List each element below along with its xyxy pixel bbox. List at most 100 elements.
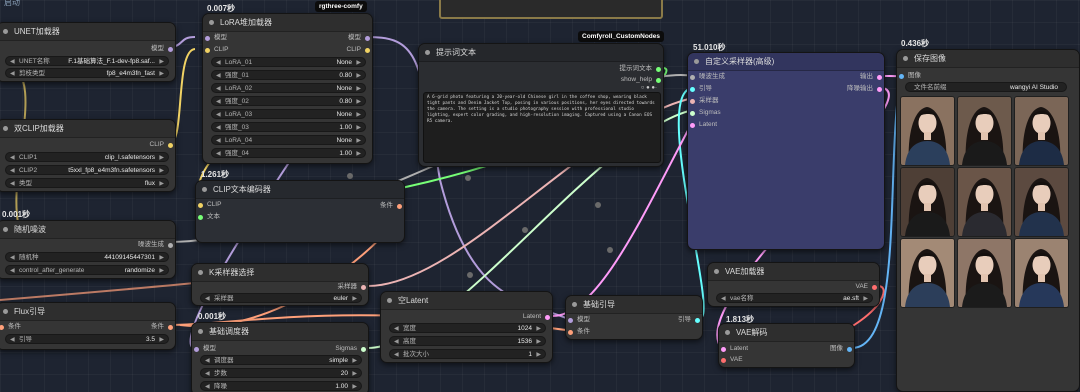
arrow-right-icon[interactable]: ▶ bbox=[159, 179, 164, 187]
unet-loader-node[interactable]: UNET加载器 模型 ◀ UNET名称 F.1基础算法_F.1-dev-fp8.sa… bbox=[0, 22, 176, 82]
arrow-left-icon[interactable]: ◀ bbox=[10, 253, 15, 261]
arrow-left-icon[interactable]: ◀ bbox=[721, 294, 726, 302]
lora-row-widget[interactable]: ◀ 强度_01 0.80 ▶ bbox=[211, 70, 366, 80]
preview-image-thumbnail[interactable] bbox=[1015, 97, 1068, 165]
sampler-out-output[interactable]: 输出 bbox=[860, 72, 884, 82]
width-widget[interactable]: ◀ 宽度 1024 ▶ bbox=[389, 323, 546, 333]
arrow-right-icon[interactable]: ▶ bbox=[536, 337, 541, 345]
vae-pin-icon[interactable] bbox=[721, 357, 726, 363]
lora-row-widget[interactable]: ◀ 强度_04 1.00 ▶ bbox=[211, 148, 366, 158]
clip-pin-icon[interactable] bbox=[205, 47, 210, 53]
model-pin-icon[interactable] bbox=[365, 35, 370, 41]
ksampler-select-header[interactable]: K采样器选择 bbox=[192, 264, 368, 282]
arrow-right-icon[interactable]: ▶ bbox=[356, 110, 361, 118]
lora-out-model[interactable]: 模型 bbox=[348, 33, 372, 43]
save-image-node[interactable]: 保存图像 图像 文件名前缀 wangyi AI Studio bbox=[896, 49, 1080, 392]
guider-in-model[interactable]: 模型 bbox=[566, 315, 590, 325]
arrow-right-icon[interactable]: ▶ bbox=[352, 356, 357, 364]
height-widget[interactable]: ◀ 高度 1536 ▶ bbox=[389, 336, 546, 346]
clip-encode-out-cond[interactable]: 条件 bbox=[380, 201, 404, 211]
unet-name-widget[interactable]: ◀ UNET名称 F.1基础算法_F.1-dev-fp8.saf... ▶ bbox=[5, 56, 169, 66]
unet-loader-header[interactable]: UNET加载器 bbox=[0, 23, 175, 41]
save-image-header[interactable]: 保存图像 bbox=[897, 50, 1079, 68]
guider-in-cond[interactable]: 条件 bbox=[566, 327, 590, 337]
conditioning-pin-icon[interactable] bbox=[0, 324, 4, 330]
lora-row-widget[interactable]: ◀ 强度_02 0.80 ▶ bbox=[211, 96, 366, 106]
arrow-left-icon[interactable]: ◀ bbox=[394, 337, 399, 345]
vae-name-widget[interactable]: ◀ vae名称 ae.sft ▶ bbox=[716, 293, 873, 303]
arrow-left-icon[interactable]: ◀ bbox=[216, 123, 221, 131]
clip2-widget[interactable]: ◀ CLIP2 t5xxl_fp8_e4m3fn.safetensors ▶ bbox=[5, 165, 169, 175]
latent-pin-icon[interactable] bbox=[877, 74, 882, 80]
arrow-right-icon[interactable]: ▶ bbox=[159, 69, 164, 77]
arrow-left-icon[interactable]: ◀ bbox=[205, 382, 210, 390]
decode-out-image[interactable]: 图像 bbox=[830, 344, 854, 354]
model-pin-icon[interactable] bbox=[168, 46, 173, 52]
arrow-right-icon[interactable]: ▶ bbox=[356, 84, 361, 92]
ksampler-select-node[interactable]: K采样器选择 采样器 ◀ 采样器 euler ▶ bbox=[191, 263, 369, 306]
lora-row-widget[interactable]: ◀ LoRA_04 None ▶ bbox=[211, 135, 366, 145]
arrow-right-icon[interactable]: ▶ bbox=[159, 266, 164, 274]
arrow-left-icon[interactable]: ◀ bbox=[205, 369, 210, 377]
collapse-dot-icon[interactable] bbox=[209, 20, 214, 25]
arrow-left-icon[interactable]: ◀ bbox=[10, 69, 15, 77]
conditioning-pin-icon[interactable] bbox=[168, 324, 173, 330]
latent-out[interactable]: Latent bbox=[523, 312, 552, 322]
model-pin-icon[interactable] bbox=[205, 35, 210, 41]
denoise-widget[interactable]: ◀ 降噪 1.00 ▶ bbox=[200, 381, 362, 391]
preview-image-thumbnail[interactable] bbox=[958, 168, 1011, 236]
clip-text-encode-node[interactable]: CLIP文本编码器 CLIP 条件 文本 bbox=[195, 180, 405, 243]
collapse-dot-icon[interactable] bbox=[3, 309, 8, 314]
dual-clip-out-clip[interactable]: CLIP bbox=[150, 140, 175, 150]
prompt-out-help[interactable]: show_help bbox=[621, 75, 663, 85]
empty-latent-node[interactable]: 空Latent Latent ◀ 宽度 1024 ▶ ◀ 高度 1536 ▶ ◀ 批次大小 1 ▶ bbox=[380, 291, 553, 363]
prompt-text-header[interactable]: 提示词文本 bbox=[419, 44, 663, 62]
arrow-right-icon[interactable]: ▶ bbox=[356, 123, 361, 131]
decode-in-vae[interactable]: VAE bbox=[719, 355, 743, 365]
lora-row-widget[interactable]: ◀ 强度_03 1.00 ▶ bbox=[211, 122, 366, 132]
guider-out[interactable]: 引导 bbox=[678, 315, 702, 325]
preview-image-thumbnail[interactable] bbox=[901, 168, 954, 236]
batch-size-widget[interactable]: ◀ 批次大小 1 ▶ bbox=[389, 349, 546, 359]
scheduler-widget[interactable]: ◀ 调度器 simple ▶ bbox=[200, 355, 362, 365]
arrow-right-icon[interactable]: ▶ bbox=[356, 149, 361, 157]
vae-decode-header[interactable]: VAE解码 bbox=[719, 324, 854, 342]
sampler-in-sampler[interactable]: 采样器 bbox=[688, 96, 719, 106]
arrow-right-icon[interactable]: ▶ bbox=[356, 58, 361, 66]
clip-pin-icon[interactable] bbox=[365, 47, 370, 53]
collapse-dot-icon[interactable] bbox=[198, 270, 203, 275]
sampler-in-sigmas[interactable]: Sigmas bbox=[688, 108, 721, 118]
empty-latent-header[interactable]: 空Latent bbox=[381, 292, 552, 310]
vae-loader-header[interactable]: VAE加载器 bbox=[708, 263, 879, 281]
preview-image-thumbnail[interactable] bbox=[1015, 239, 1068, 307]
sampler-in-guider[interactable]: 引导 bbox=[688, 84, 712, 94]
arrow-left-icon[interactable]: ◀ bbox=[216, 136, 221, 144]
workflow-canvas[interactable]: 启动 UNET加载器 模型 ◀ UNET名称 F.1基础算法_F.1-dev-fp8… bbox=[0, 0, 1080, 392]
clip-encode-in-text[interactable]: 文本 bbox=[196, 212, 220, 222]
latent-pin-icon[interactable] bbox=[545, 314, 550, 320]
decode-in-latent[interactable]: Latent bbox=[719, 344, 748, 354]
string-pin-icon[interactable] bbox=[656, 77, 661, 83]
string-pin-icon[interactable] bbox=[198, 214, 203, 220]
collapse-dot-icon[interactable] bbox=[903, 56, 908, 61]
flux-guidance-node[interactable]: Flux引导 条件 条件 ◀ 引导 3.5 ▶ bbox=[0, 302, 176, 350]
arrow-left-icon[interactable]: ◀ bbox=[216, 71, 221, 79]
lora-row-widget[interactable]: ◀ LoRA_02 None ▶ bbox=[211, 83, 366, 93]
scheduler-in-model[interactable]: 模型 bbox=[192, 344, 216, 354]
arrow-right-icon[interactable]: ▶ bbox=[536, 350, 541, 358]
dual-clip-loader-node[interactable]: 双CLIP加载器 CLIP ◀ CLIP1 clip_l.safetensors ▶ … bbox=[0, 119, 176, 192]
preview-image-thumbnail[interactable] bbox=[958, 239, 1011, 307]
latent-pin-icon[interactable] bbox=[877, 86, 882, 92]
basic-guider-header[interactable]: 基础引导 bbox=[566, 296, 702, 314]
arrow-right-icon[interactable]: ▶ bbox=[356, 136, 361, 144]
sampler-out-denoised[interactable]: 降噪输出 bbox=[847, 84, 884, 94]
arrow-right-icon[interactable]: ▶ bbox=[159, 253, 164, 261]
lora-stack-header[interactable]: LoRA堆加载器 bbox=[203, 14, 372, 32]
flux-in-cond[interactable]: 条件 bbox=[0, 322, 21, 332]
arrow-right-icon[interactable]: ▶ bbox=[863, 294, 868, 302]
random-noise-out[interactable]: 噪波生成 bbox=[138, 240, 175, 250]
collapse-dot-icon[interactable] bbox=[202, 187, 207, 192]
clip-pin-icon[interactable] bbox=[168, 142, 173, 148]
control-after-generate-widget[interactable]: ◀ control_after_generate randomize ▶ bbox=[5, 265, 169, 275]
arrow-left-icon[interactable]: ◀ bbox=[216, 110, 221, 118]
